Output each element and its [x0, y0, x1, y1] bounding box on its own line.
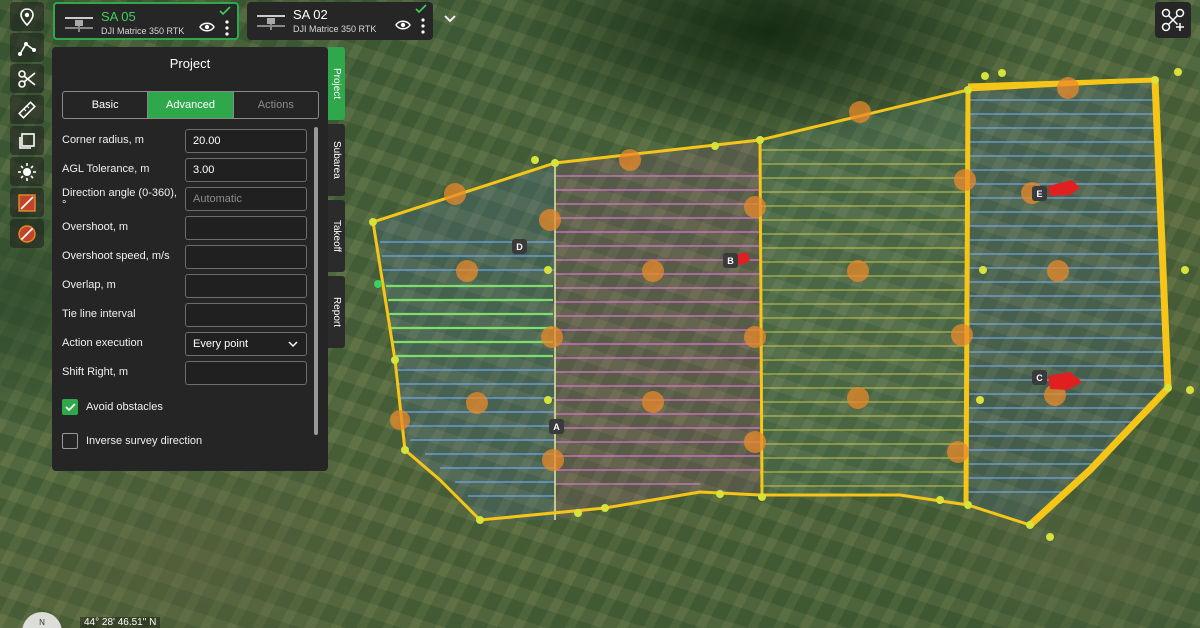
- avoid-obstacles-row: Avoid obstacles: [62, 398, 163, 416]
- panel-title: Project: [169, 56, 211, 71]
- subarea-center: [760, 90, 968, 505]
- shift-right-row: Shift Right, m: [62, 361, 307, 385]
- eye-icon[interactable]: [395, 19, 411, 31]
- tool-location[interactable]: [10, 2, 44, 31]
- ruler-icon: [18, 100, 36, 119]
- tool-polyline[interactable]: [10, 33, 44, 62]
- direction-angle-label: Direction angle (0-360), °: [62, 187, 177, 211]
- polyline-icon: [18, 41, 36, 56]
- side-tab-label: Subarea: [331, 141, 342, 179]
- drone-card-sa02[interactable]: SA 02 DJI Matrice 350 RTK: [247, 2, 433, 40]
- panel-scrollbar[interactable]: [314, 127, 318, 435]
- side-tab-report[interactable]: Report: [328, 276, 345, 348]
- agl-tolerance-input[interactable]: 3.00: [185, 158, 307, 182]
- action-execution-value: Every point: [193, 338, 249, 350]
- inverse-survey-label: Inverse survey direction: [86, 435, 203, 447]
- tie-line-interval-label: Tie line interval: [62, 308, 136, 320]
- check-icon: [219, 6, 231, 16]
- tool-lighting[interactable]: [10, 157, 44, 186]
- shift-right-input[interactable]: [185, 361, 307, 385]
- eye-icon[interactable]: [199, 21, 215, 33]
- corner-radius-label: Corner radius, m: [62, 134, 144, 146]
- tie-line-interval-row: Tie line interval: [62, 303, 307, 327]
- overshoot-row: Overshoot, m: [62, 216, 307, 240]
- drone-name: SA 05: [101, 9, 136, 24]
- tool-no-fly-zone[interactable]: [10, 188, 44, 217]
- sun-icon: [18, 162, 36, 181]
- chevron-down-icon: [444, 15, 456, 23]
- tool-layers[interactable]: [10, 126, 44, 155]
- map-pin-icon: [20, 7, 34, 26]
- project-panel: Project Basic Advanced Actions Corner ra…: [52, 47, 328, 471]
- map-marker-b[interactable]: B: [723, 253, 738, 268]
- overlap-row: Overlap, m: [62, 274, 307, 298]
- no-fly-zone-icon: [18, 193, 36, 212]
- map-marker-e[interactable]: E: [1032, 186, 1047, 201]
- drone-model: DJI Matrice 350 RTK: [293, 24, 377, 34]
- overshoot-speed-input[interactable]: [185, 245, 307, 269]
- overshoot-input[interactable]: [185, 216, 307, 240]
- inverse-survey-checkbox[interactable]: [62, 433, 78, 449]
- side-tab-label: Takeoff: [331, 219, 342, 253]
- corner-radius-input[interactable]: 20.00: [185, 129, 307, 153]
- panel-tabs: Basic Advanced Actions: [62, 91, 319, 119]
- avoid-obstacles-checkbox[interactable]: [62, 399, 78, 415]
- corner-radius-row: Corner radius, m 20.00: [62, 129, 307, 153]
- overlap-input[interactable]: [185, 274, 307, 298]
- tool-restricted-zone[interactable]: [10, 219, 44, 248]
- side-tab-takeoff[interactable]: Takeoff: [328, 200, 345, 272]
- tie-line-interval-input[interactable]: [185, 303, 307, 327]
- check-icon: [415, 4, 427, 14]
- inverse-survey-row: Inverse survey direction: [62, 432, 202, 450]
- fleet-expand-button[interactable]: [439, 8, 461, 30]
- drone-card-sa05[interactable]: SA 05 DJI Matrice 350 RTK: [53, 2, 239, 40]
- drone-icon: [65, 17, 93, 32]
- direction-angle-row: Direction angle (0-360), ° Automatic: [62, 187, 307, 211]
- action-execution-row: Action execution Every point: [62, 332, 307, 356]
- map-marker-a[interactable]: A: [549, 419, 564, 434]
- more-vertical-icon[interactable]: [225, 20, 229, 36]
- agl-tolerance-row: AGL Tolerance, m 3.00: [62, 158, 307, 182]
- drone-add-icon: [1161, 8, 1185, 32]
- add-mission-button[interactable]: [1155, 2, 1191, 38]
- map-marker-d[interactable]: D: [512, 239, 527, 254]
- side-tab-label: Project: [331, 67, 342, 100]
- overshoot-speed-row: Overshoot speed, m/s: [62, 245, 307, 269]
- drone-name: SA 02: [293, 7, 328, 22]
- avoid-obstacles-label: Avoid obstacles: [86, 401, 163, 413]
- takeoff-point: [374, 280, 382, 288]
- action-execution-label: Action execution: [62, 337, 143, 349]
- tab-basic[interactable]: Basic: [63, 92, 149, 118]
- check-icon: [64, 402, 76, 411]
- subarea-right: [968, 80, 1168, 525]
- restricted-zone-icon: [18, 224, 36, 243]
- agl-tolerance-label: AGL Tolerance, m: [62, 163, 150, 175]
- more-vertical-icon[interactable]: [421, 18, 425, 34]
- overlap-label: Overlap, m: [62, 279, 116, 291]
- drone-model: DJI Matrice 350 RTK: [101, 26, 185, 36]
- chevron-down-icon: [288, 341, 298, 348]
- side-tab-subarea[interactable]: Subarea: [328, 124, 345, 196]
- overshoot-speed-label: Overshoot speed, m/s: [62, 250, 170, 262]
- drone-icon: [257, 15, 285, 30]
- action-execution-select[interactable]: Every point: [185, 332, 307, 356]
- map-marker-c[interactable]: C: [1032, 370, 1047, 385]
- tool-cut[interactable]: [10, 64, 44, 93]
- tab-actions[interactable]: Actions: [234, 92, 318, 118]
- direction-angle-input[interactable]: Automatic: [185, 187, 307, 211]
- tab-advanced[interactable]: Advanced: [148, 92, 234, 118]
- tool-measure[interactable]: [10, 95, 44, 124]
- coordinates-readout: 44° 28' 46.51" N: [80, 617, 161, 628]
- side-tab-label: Report: [331, 296, 342, 327]
- shift-right-label: Shift Right, m: [62, 366, 129, 378]
- side-tab-project[interactable]: Project: [328, 47, 345, 120]
- overshoot-label: Overshoot, m: [62, 221, 129, 233]
- layers-icon: [19, 132, 35, 149]
- map-toolbar: [8, 2, 46, 248]
- compass-label: N: [39, 618, 45, 627]
- scissors-icon: [18, 69, 36, 88]
